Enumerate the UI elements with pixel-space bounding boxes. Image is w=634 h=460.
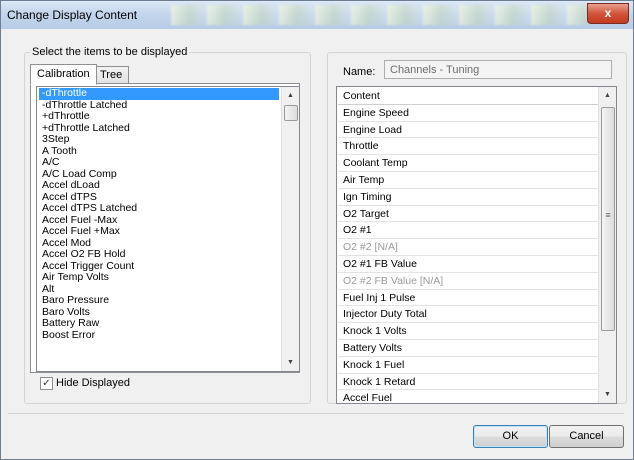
scroll-up-icon[interactable]: ▲ (282, 87, 299, 104)
grid-row[interactable]: Air Temp (338, 172, 598, 189)
grid-row[interactable]: Ign Timing (338, 189, 598, 206)
name-label: Name: (343, 66, 376, 78)
tab-tree[interactable]: Tree (93, 66, 130, 84)
grid-row[interactable]: Accel Fuel (338, 390, 598, 403)
titlebar-glass (171, 5, 591, 25)
grid-rows: Content Engine Speed Engine Load Throttle C… (338, 88, 598, 403)
items-scrollbar[interactable]: ▲ ▼ (281, 87, 299, 371)
list-item[interactable]: -dThrottle (39, 87, 279, 100)
list-item[interactable]: Accel dTPS Latched (39, 202, 279, 215)
hide-displayed-label: Hide Displayed (56, 377, 130, 389)
section-label: Select the items to be displayed (30, 46, 190, 58)
items-listbox[interactable]: -dThrottle -dThrottle Latched +dThrottle +d… (36, 86, 300, 372)
scroll-up-icon[interactable]: ▲ (599, 87, 616, 104)
grid-row[interactable]: Knock 1 Fuel (338, 357, 598, 374)
hide-displayed-checkbox[interactable]: ✓ (40, 377, 53, 390)
grid-row[interactable]: Throttle (338, 138, 598, 156)
grid-row[interactable]: O2 #1 FB Value (338, 256, 598, 273)
title-bar[interactable]: Change Display Content x (1, 1, 633, 29)
grid-row[interactable]: Engine Load (338, 122, 598, 139)
ok-button[interactable]: OK (473, 425, 548, 448)
list-item[interactable]: A/C (39, 156, 279, 169)
grid-row[interactable]: O2 #2 [N/A] (338, 239, 598, 256)
list-item[interactable]: Accel O2 FB Hold (39, 248, 279, 261)
grid-row[interactable]: Fuel Inj 1 Pulse (338, 290, 598, 307)
grid-row[interactable]: O2 #2 FB Value [N/A] (338, 273, 598, 290)
grid-row[interactable]: Coolant Temp (338, 155, 598, 172)
list-item[interactable]: Accel dLoad (39, 179, 279, 192)
list-item[interactable]: Accel Fuel +Max (39, 225, 279, 238)
list-item[interactable]: +dThrottle Latched (39, 122, 279, 135)
grid-row[interactable]: Knock 1 Retard (338, 374, 598, 391)
close-icon: x (604, 6, 612, 20)
grid-row[interactable]: O2 #1 (338, 222, 598, 240)
cancel-button[interactable]: Cancel (549, 425, 624, 448)
list-item[interactable]: Battery Raw (39, 317, 279, 330)
tab-calibration[interactable]: Calibration (30, 64, 97, 85)
grid-row[interactable]: O2 Target (338, 206, 598, 223)
list-item[interactable]: Boost Error (39, 329, 279, 342)
list-item[interactable]: Air Temp Volts (39, 271, 279, 284)
grid-row[interactable]: Knock 1 Volts (338, 323, 598, 340)
close-button[interactable]: x (587, 3, 629, 24)
grid-row[interactable]: Engine Speed (338, 105, 598, 122)
scroll-thumb[interactable] (284, 105, 298, 121)
scroll-down-icon[interactable]: ▼ (599, 386, 616, 403)
check-icon: ✓ (42, 378, 51, 389)
list-item[interactable]: 3Step (39, 133, 279, 146)
content-grid[interactable]: Content Engine Speed Engine Load Throttle C… (336, 86, 617, 404)
button-separator (8, 413, 624, 414)
grid-scrollbar[interactable]: ▲ ≡ ▼ (598, 87, 616, 403)
window-title: Change Display Content (7, 8, 138, 22)
grid-scroll-thumb[interactable]: ≡ (601, 107, 615, 331)
name-field[interactable]: Channels - Tuning (384, 60, 612, 79)
list-item[interactable]: +dThrottle (39, 110, 279, 123)
grid-header: Content (338, 88, 598, 105)
list-item[interactable]: Baro Pressure (39, 294, 279, 307)
grid-row[interactable]: Battery Volts (338, 340, 598, 357)
list-item[interactable]: A Tooth (39, 145, 279, 158)
items-list: -dThrottle -dThrottle Latched +dThrottle +d… (39, 87, 279, 342)
grip-icon: ≡ (605, 210, 611, 220)
scroll-down-icon[interactable]: ▼ (282, 354, 299, 371)
grid-row[interactable]: Injector Duty Total (338, 306, 598, 324)
